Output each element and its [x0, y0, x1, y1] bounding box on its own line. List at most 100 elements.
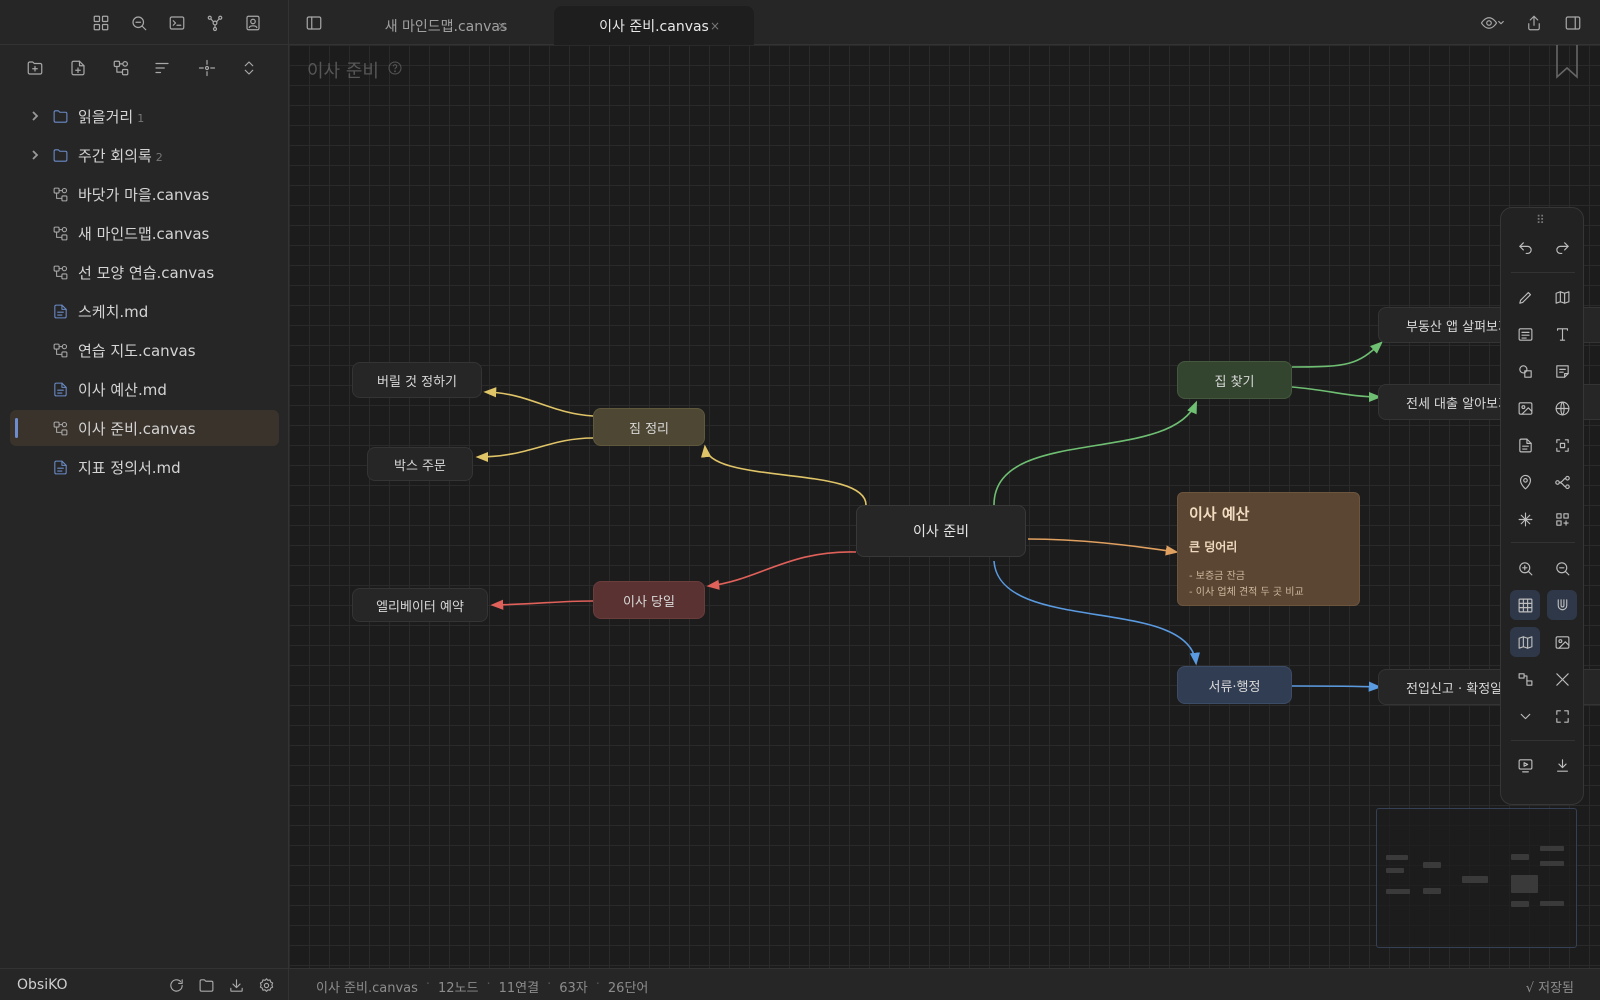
- minimap-node: [1511, 875, 1538, 893]
- tree-item-label: 선 모양 연습.canvas: [78, 263, 215, 282]
- tree-item-label: 주간 회의록 2: [78, 146, 163, 165]
- search-icon[interactable]: [127, 11, 151, 35]
- folder-icon[interactable]: [196, 975, 216, 995]
- canvas-minimap[interactable]: [1376, 808, 1577, 948]
- image-icon[interactable]: [1547, 627, 1577, 657]
- tree-item-label: 이사 준비.canvas: [78, 419, 196, 438]
- card-icon[interactable]: [1510, 319, 1540, 349]
- budget-note-card[interactable]: 이사 예산 큰 덩어리 - 보증금 잔금 - 이사 업체 견적 두 곳 비교: [1177, 492, 1360, 606]
- vault-bar: ObsiKO: [0, 968, 289, 1000]
- widgets-icon[interactable]: [1547, 504, 1577, 534]
- tree-file-moving-budget[interactable]: 이사 예산.md: [10, 371, 279, 407]
- node-elevator[interactable]: 엘리베이터 예약: [352, 588, 488, 622]
- terminal-icon[interactable]: [165, 11, 189, 35]
- chevron-right-icon[interactable]: [28, 109, 42, 123]
- new-folder-icon[interactable]: [23, 56, 47, 80]
- globe-icon[interactable]: [1547, 393, 1577, 423]
- minimap-toggle-icon[interactable]: [1510, 627, 1540, 657]
- tree-folder-reading[interactable]: 읽을거리 1: [10, 98, 279, 134]
- canvas-toolbar: ⠿: [1500, 207, 1584, 805]
- tab-new-mindmap[interactable]: 새 마인드맵.canvas ×: [351, 6, 541, 45]
- connect-edge-icon[interactable]: [1547, 467, 1577, 497]
- text-icon[interactable]: [1547, 319, 1577, 349]
- refresh-icon[interactable]: [166, 975, 186, 995]
- document-icon: [50, 457, 70, 477]
- tree-item-label: 스케치.md: [78, 302, 149, 321]
- edge-center-to-paperwork: [993, 560, 1201, 666]
- sticky-note-icon[interactable]: [1547, 356, 1577, 386]
- tree-item-label: 지표 정의서.md: [78, 458, 181, 477]
- collapse-icon[interactable]: [237, 56, 261, 80]
- presentation-icon[interactable]: [1510, 750, 1540, 780]
- status-word-count: 26단어: [607, 981, 649, 996]
- node-find-house[interactable]: 집 찾기: [1177, 361, 1292, 399]
- minimap-node: [1386, 868, 1404, 873]
- status-separator: ·: [486, 977, 491, 992]
- arrange-icon[interactable]: [1510, 664, 1540, 694]
- edge-findhouse-to-app: [1291, 341, 1383, 368]
- status-node-count: 12노드: [438, 981, 479, 996]
- tree-file-new-mindmap[interactable]: 새 마인드맵.canvas: [10, 215, 279, 251]
- location-pin-icon[interactable]: [1510, 467, 1540, 497]
- new-canvas-icon[interactable]: [109, 56, 133, 80]
- folder-count: 1: [137, 111, 145, 125]
- sidebar-toggle-icon[interactable]: [302, 11, 326, 35]
- map-icon[interactable]: [1547, 282, 1577, 312]
- zoom-in-icon[interactable]: [1510, 553, 1540, 583]
- collapse-edges-icon[interactable]: [1547, 664, 1577, 694]
- tree-file-moving-prep[interactable]: 이사 준비.canvas: [10, 410, 279, 446]
- zoom-out-icon[interactable]: [1547, 553, 1577, 583]
- share-icon[interactable]: [1522, 11, 1546, 35]
- chevron-right-icon[interactable]: [28, 148, 42, 162]
- node-box-order[interactable]: 박스 주문: [367, 447, 473, 481]
- graph-icon[interactable]: [203, 11, 227, 35]
- sparkle-icon[interactable]: [1510, 504, 1540, 534]
- document-icon: [50, 379, 70, 399]
- right-sidebar-toggle-icon[interactable]: [1561, 11, 1585, 35]
- settings-icon[interactable]: [256, 975, 276, 995]
- group-select-icon[interactable]: [1547, 430, 1577, 460]
- node-throw-away[interactable]: 버릴 것 정하기: [352, 362, 482, 398]
- close-icon[interactable]: ×: [497, 19, 507, 33]
- contacts-icon[interactable]: [241, 11, 265, 35]
- vault-name[interactable]: ObsiKO: [17, 977, 68, 993]
- tree-file-sketch[interactable]: 스케치.md: [10, 293, 279, 329]
- tree-item-label: 이사 예산.md: [78, 380, 167, 399]
- grid-toggle-icon[interactable]: [1510, 590, 1540, 620]
- tree-file-seaside-village[interactable]: 바닷가 마을.canvas: [10, 176, 279, 212]
- tab-moving-prep[interactable]: 이사 준비.canvas ×: [554, 6, 754, 45]
- image-icon[interactable]: [1510, 393, 1540, 423]
- pencil-icon[interactable]: [1510, 282, 1540, 312]
- shapes-icon[interactable]: [1510, 356, 1540, 386]
- node-tidy[interactable]: 짐 정리: [593, 408, 705, 446]
- tree-file-practice-map[interactable]: 연습 지도.canvas: [10, 332, 279, 368]
- redo-icon[interactable]: [1547, 233, 1577, 263]
- file-explorer-actions: [0, 52, 289, 84]
- download-icon[interactable]: [226, 975, 246, 995]
- minimap-node: [1386, 855, 1408, 860]
- layout-grid-icon[interactable]: [89, 11, 113, 35]
- budget-card-title: 이사 예산: [1189, 505, 1250, 523]
- view-mode-eye-icon[interactable]: [1472, 11, 1512, 35]
- undo-icon[interactable]: [1510, 233, 1540, 263]
- export-download-icon[interactable]: [1547, 750, 1577, 780]
- snap-magnet-icon[interactable]: [1547, 590, 1577, 620]
- canvas-file-icon: [50, 418, 70, 438]
- file-icon[interactable]: [1510, 430, 1540, 460]
- tree-file-line-practice[interactable]: 선 모양 연습.canvas: [10, 254, 279, 290]
- chevron-down-icon[interactable]: [1510, 701, 1540, 731]
- sort-icon[interactable]: [150, 56, 174, 80]
- minimap-node: [1462, 876, 1488, 883]
- close-icon[interactable]: ×: [710, 19, 720, 33]
- node-moving-day[interactable]: 이사 당일: [593, 581, 705, 619]
- minimap-node: [1540, 861, 1564, 866]
- minimap-node: [1423, 888, 1441, 894]
- tree-folder-weekly-minutes[interactable]: 주간 회의록 2: [10, 137, 279, 173]
- fullscreen-icon[interactable]: [1547, 701, 1577, 731]
- locate-icon[interactable]: [195, 56, 219, 80]
- node-center[interactable]: 이사 준비: [856, 505, 1026, 557]
- drag-handle-icon[interactable]: ⠿: [1536, 213, 1545, 227]
- new-note-icon[interactable]: [66, 56, 90, 80]
- tree-file-metrics-spec[interactable]: 지표 정의서.md: [10, 449, 279, 485]
- node-paperwork[interactable]: 서류·행정: [1177, 666, 1292, 704]
